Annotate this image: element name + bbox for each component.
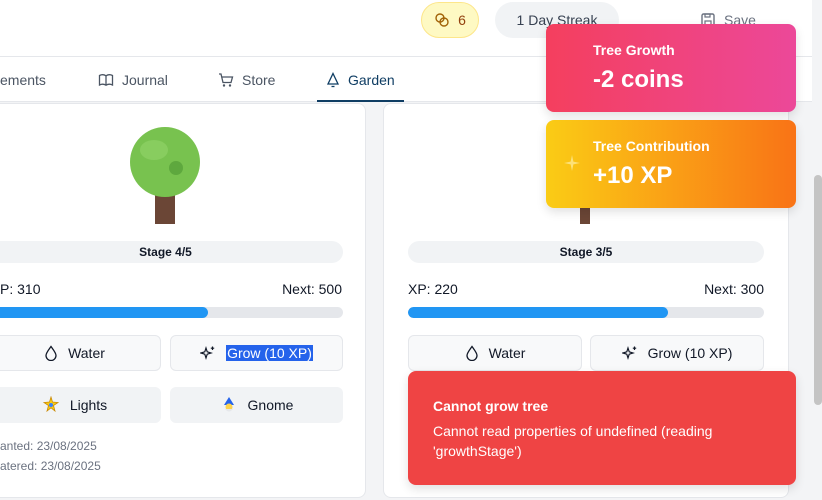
xp-label: XP: 220 (408, 281, 458, 297)
toast-tree-contribution[interactable]: Tree Contribution +10 XP (546, 120, 796, 208)
tab-journal[interactable]: Journal (98, 57, 168, 102)
sparkles-icon (621, 345, 638, 361)
tree-illustration (129, 126, 201, 226)
planted-date: anted: 23/08/2025 (0, 439, 97, 453)
sparkles-icon (200, 345, 216, 361)
tab-store[interactable]: Store (218, 57, 275, 102)
stage-pill: Stage 3/5 (408, 241, 764, 263)
gnome-icon (220, 396, 238, 414)
grow-button[interactable]: Grow (10 XP) (590, 335, 764, 371)
droplet-icon (465, 345, 479, 361)
grow-label: Grow (10 XP) (226, 345, 313, 361)
error-title: Cannot grow tree (433, 398, 549, 414)
stage-pill: Stage 4/5 (0, 241, 343, 263)
next-label: Next: 300 (704, 281, 764, 297)
tab-label: Journal (122, 71, 168, 88)
toast-error[interactable]: Cannot grow tree Cannot read properties … (408, 371, 796, 485)
tab-label: Store (242, 71, 276, 88)
xp-progress-bar (408, 307, 764, 318)
tab-achievements[interactable]: ements (0, 57, 60, 102)
tab-label: ements (0, 71, 46, 88)
grow-button[interactable]: Grow (10 XP) (170, 335, 343, 371)
tree-card: Stage 4/5 P: 310 Next: 500 Water Grow (1… (0, 103, 366, 498)
grow-label: Grow (10 XP) (647, 345, 733, 361)
droplet-icon (44, 345, 58, 361)
scrollbar-thumb[interactable] (814, 175, 822, 405)
coins-icon (434, 12, 450, 28)
gnome-button[interactable]: Gnome (170, 387, 343, 423)
water-button[interactable]: Water (408, 335, 582, 371)
toast-title: Tree Contribution (593, 138, 710, 154)
xp-progress-bar (0, 307, 343, 318)
cart-icon (218, 72, 234, 88)
tree-icon (326, 71, 340, 88)
tab-garden[interactable]: Garden (317, 57, 404, 102)
sparkle-icon (563, 154, 581, 172)
gnome-label: Gnome (247, 397, 294, 413)
toast-value: +10 XP (593, 162, 673, 189)
water-label: Water (68, 345, 105, 361)
coins-count: 6 (458, 12, 466, 28)
fairy-icon (42, 396, 60, 414)
xp-progress-fill (408, 307, 668, 318)
lights-label: Lights (69, 397, 108, 413)
error-message: Cannot read properties of undefined (rea… (433, 423, 713, 459)
watered-date: atered: 23/08/2025 (0, 459, 101, 473)
book-icon (98, 72, 114, 88)
xp-label: P: 310 (0, 281, 41, 297)
xp-progress-fill (0, 307, 209, 318)
lights-button[interactable]: Lights (0, 387, 161, 423)
coins-badge[interactable]: 6 (421, 2, 479, 38)
toast-tree-growth[interactable]: Tree Growth -2 coins (546, 24, 796, 112)
water-button[interactable]: Water (0, 335, 161, 371)
toast-value: -2 coins (593, 66, 684, 93)
water-label: Water (488, 345, 526, 361)
tab-label: Garden (348, 71, 395, 88)
next-label: Next: 500 (282, 281, 342, 297)
toast-title: Tree Growth (593, 42, 675, 58)
